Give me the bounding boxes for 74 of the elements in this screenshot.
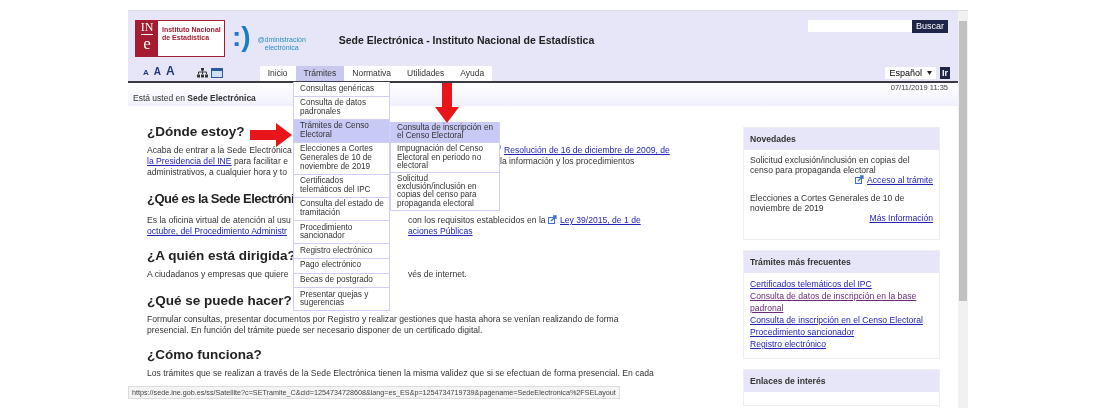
logo-letters: e [143,35,151,53]
language-select[interactable]: Español [885,67,936,79]
scroll-thumb[interactable] [959,21,967,301]
section-heading: ¿A quién está dirigida? [147,247,296,264]
body-text: presencial. En función del trámite puede ser necesario disponer de un certificado digital. [147,325,483,335]
font-size-button[interactable]: A [153,66,161,78]
body-text: la información y los procedimientos [500,156,635,166]
sitemap-icon [196,68,208,78]
body-text: con los requisitos establecidos en la [408,215,547,225]
nav-tab[interactable]: Trámites [295,66,345,81]
text-link[interactable]: octubre, del Procedimiento Administr [147,226,287,236]
body-text: Los trámites que se realizan a través de la Sede Electrónica tienen la misma validez que si se efectuan de forma presencial. En cada [147,368,654,378]
section-heading: ¿Qué se puede hacer? [147,292,292,309]
text-link[interactable]: Procedimiento sancionador [750,326,933,338]
menu-item[interactable]: Consulta del estado de tramitación [293,197,390,222]
window-icon [210,68,223,78]
menu-item[interactable]: Certificados telemáticos del IPC [293,174,390,198]
news-text: Elecciones a Cortes Generales de 10 de noviembre de 2019 [750,193,906,213]
panel-title: Trámites más frecuentes [744,251,939,273]
text-link[interactable]: Consulta de datos de inscripción en la base padronal [750,290,933,314]
news-text: Solicitud exclusión/inclusión en copias del censo para propaganda electoral [750,155,911,175]
text-link[interactable]: Acceso al trámite [867,175,933,185]
body-text: vés de internet. [408,269,467,279]
menu-item[interactable]: Consulta de inscripción en el Censo Electoral [390,122,500,144]
menu-item[interactable]: Solicitud exclusión/inclusión en copias del censo para propaganda electoral [390,173,500,211]
body-text: para facilitar e [232,156,288,166]
text-link[interactable]: Certificados telemáticos del IPC [750,278,933,290]
admin-logo-mark: :) [232,21,251,53]
panel-title: Enlaces de interés [744,370,939,392]
text-link[interactable]: Ley 39/2015, de 1 de [559,215,641,225]
logo-letters: IN [140,21,154,35]
search-button[interactable]: Buscar [912,20,948,33]
language-value: Español [889,68,922,78]
menu-item[interactable]: Trámites de Censo Electoral [293,119,390,143]
caret-icon [927,71,932,75]
body-text: A ciudadanos y empresas que quiere [147,269,289,279]
breadcrumb: Está usted en Sede Electrónica [133,93,256,103]
body-text: Formular consultas, presentar documentos por Registro y realizar gestiones que hasta ahora se venían realizando de forma [147,314,619,324]
section-heading: ¿Dónde estoy? [147,123,245,140]
panel-title: Novedades [744,128,939,150]
section-heading: ¿Qué es la Sede Electróni [147,190,295,207]
text-link[interactable]: Más Información [869,213,933,223]
menu-item[interactable]: Elecciones a Cortes Generales de 10 de noviembre de 2019 [293,142,390,175]
font-size-button[interactable]: A [143,67,149,79]
menu-item[interactable]: Consulta de datos padronales [293,96,390,120]
text-link[interactable]: Resolución de 16 de diciembre de 2009, de [504,145,670,155]
scrollbar[interactable] [958,11,968,408]
body-text: Es la oficina virtual de atención al usu [147,215,291,225]
menu-item[interactable]: Impugnación del Censo Electoral en periodo no electoral [390,143,500,173]
text-link[interactable]: Registro electrónico [750,338,933,350]
menu-item[interactable]: Becas de postgrado [293,273,390,289]
nav-tab[interactable]: Normativa [344,66,399,81]
menu-item[interactable]: Registro electrónico [293,244,390,259]
body-text: Acaba de entrar a la Sede Electrónica [147,145,292,155]
text-link[interactable]: la Presidencia del INE [147,156,232,166]
pointer-arrow [435,83,459,123]
section-heading: ¿Cómo funciona? [147,346,262,363]
site-title: Sede Electrónica - Instituto Nacional de Estadística [338,34,595,46]
external-link-icon [855,175,865,184]
external-link-icon [547,215,557,224]
pointer-arrow [250,123,292,147]
menu-item[interactable]: Pago electrónico [293,258,390,274]
font-size-button[interactable]: A [166,65,175,77]
nav-tab[interactable]: Ayuda [452,66,493,81]
nav-tab[interactable]: Inicio [259,66,296,81]
body-text: administrativos, a cualquier hora y to [147,167,287,177]
menu-item[interactable]: Consultas genéricas [293,82,390,97]
text-link[interactable]: Consulta de inscripción en el Censo Electoral [750,314,933,326]
search-field[interactable] [808,20,912,32]
text-link[interactable]: aciones Públicas [408,226,473,236]
go-button[interactable]: Ir [940,67,950,79]
menu-item[interactable]: Presentar quejas y sugerencias [293,288,390,312]
nav-tab[interactable]: Utilidades [399,66,453,81]
menu-item[interactable]: Procedimiento sancionador [293,221,390,245]
